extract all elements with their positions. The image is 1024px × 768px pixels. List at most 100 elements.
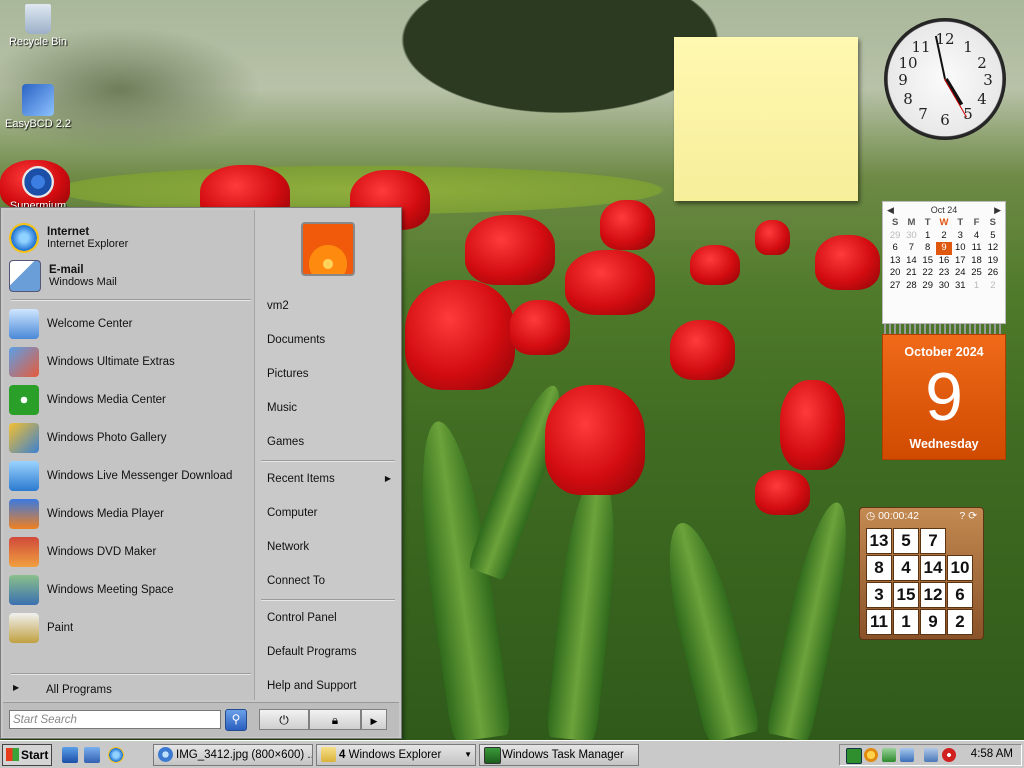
calendar-day-cell[interactable]: 14: [903, 255, 919, 268]
desktop-icon-recycle-bin[interactable]: Recycle Bin: [0, 4, 76, 48]
start-item-default-programs[interactable]: Default Programs: [267, 646, 395, 658]
prev-month-icon[interactable]: ◀: [887, 205, 894, 216]
shutdown-options-button[interactable]: ▶: [361, 709, 387, 730]
puzzle-tile[interactable]: 8: [866, 555, 892, 581]
start-item-help[interactable]: Help and Support: [267, 680, 395, 692]
start-button[interactable]: Start: [2, 744, 52, 766]
start-item-pictures[interactable]: Pictures: [267, 368, 395, 380]
puzzle-tile[interactable]: 10: [947, 555, 973, 581]
network-icon[interactable]: [924, 748, 938, 762]
taskbar-button-photo-viewer[interactable]: IMG_3412.jpg (800×600) ...: [153, 744, 313, 766]
calendar-day-cell[interactable]: 26: [985, 267, 1001, 280]
start-item-user[interactable]: vm2: [267, 300, 395, 312]
start-item-music[interactable]: Music: [267, 402, 395, 414]
calendar-day-cell[interactable]: 13: [887, 255, 903, 268]
puzzle-tile[interactable]: 5: [893, 528, 919, 554]
calendar-day-cell[interactable]: 27: [887, 280, 903, 293]
start-item-network[interactable]: Network: [267, 541, 395, 553]
calendar-day-cell[interactable]: 30: [936, 280, 952, 293]
start-item-connect-to[interactable]: Connect To: [267, 575, 395, 587]
puzzle-tile[interactable]: 3: [866, 582, 892, 608]
sticky-note-gadget[interactable]: [674, 37, 858, 201]
defender-icon[interactable]: [900, 748, 914, 762]
start-item-program[interactable]: Paint: [9, 610, 251, 646]
puzzle-tile[interactable]: 9: [920, 609, 946, 635]
start-item-program[interactable]: Windows Ultimate Extras: [9, 344, 251, 380]
calendar-day-cell[interactable]: 2: [985, 280, 1001, 293]
puzzle-tile[interactable]: 1: [893, 609, 919, 635]
start-item-documents[interactable]: Documents: [267, 334, 395, 346]
calendar-day-cell[interactable]: 16: [936, 255, 952, 268]
start-item-program[interactable]: Windows Meeting Space: [9, 572, 251, 608]
puzzle-tile[interactable]: 12: [920, 582, 946, 608]
internet-explorer-icon[interactable]: [108, 747, 124, 763]
calendar-day-cell[interactable]: 30: [903, 230, 919, 243]
taskbar-clock[interactable]: 4:58 AM: [971, 748, 1013, 760]
calendar-day-cell[interactable]: 5: [985, 230, 1001, 243]
security-alert-icon[interactable]: [864, 748, 878, 762]
start-item-program[interactable]: Windows DVD Maker: [9, 534, 251, 570]
calendar-day-cell[interactable]: 24: [952, 267, 968, 280]
calendar-day-cell[interactable]: 3: [952, 230, 968, 243]
calendar-gadget[interactable]: ◀ Oct 24 ▶ S M T W T F S 29 30 1 2 3 4 5 6 7 8 9 10 11 12 13 1…: [882, 201, 1006, 460]
start-item-recent-items[interactable]: Recent Items ▶: [267, 473, 395, 485]
task-manager-tray-icon[interactable]: [846, 748, 862, 764]
taskbar-button-task-manager[interactable]: Windows Task Manager: [479, 744, 639, 766]
calendar-day-cell[interactable]: 12: [985, 242, 1001, 255]
picture-puzzle-gadget[interactable]: ◷ 00:00:42 ? ⟳ 13 5 7 8 4 14 10 3 15 12 6 11 1 9 2: [859, 507, 984, 640]
puzzle-tile[interactable]: 15: [893, 582, 919, 608]
calendar-day-cell[interactable]: 20: [887, 267, 903, 280]
calendar-day-cell[interactable]: 6: [887, 242, 903, 255]
calendar-day-cell[interactable]: 28: [903, 280, 919, 293]
user-picture[interactable]: [301, 222, 355, 276]
calendar-day-cell[interactable]: 22: [920, 267, 936, 280]
start-item-program[interactable]: Windows Media Center: [9, 382, 251, 418]
puzzle-tile[interactable]: 7: [920, 528, 946, 554]
calendar-day-cell[interactable]: 2: [936, 230, 952, 243]
calendar-day-cell[interactable]: 15: [920, 255, 936, 268]
next-month-icon[interactable]: ▶: [994, 205, 1001, 216]
start-item-games[interactable]: Games: [267, 436, 395, 448]
start-search-input[interactable]: Start Search: [9, 710, 221, 729]
puzzle-tile[interactable]: 13: [866, 528, 892, 554]
start-item-computer[interactable]: Computer: [267, 507, 395, 519]
clock-gadget[interactable]: 12 1 2 3 4 5 6 7 8 9 10 11: [884, 18, 1006, 140]
calendar-day-cell[interactable]: 8: [920, 242, 936, 255]
calendar-day-cell[interactable]: 17: [952, 255, 968, 268]
puzzle-tile[interactable]: 11: [866, 609, 892, 635]
calendar-day-cell[interactable]: 9: [935, 242, 953, 255]
start-item-internet[interactable]: Internet Internet Explorer: [9, 220, 251, 256]
start-item-program[interactable]: Welcome Center: [9, 306, 251, 342]
puzzle-tile[interactable]: 14: [920, 555, 946, 581]
puzzle-tile[interactable]: [947, 528, 973, 554]
puzzle-tile[interactable]: 4: [893, 555, 919, 581]
start-item-email[interactable]: E-mail Windows Mail: [9, 258, 251, 294]
desktop-icon-supermium[interactable]: Supermium: [0, 166, 76, 208]
calendar-day-cell[interactable]: 25: [968, 267, 984, 280]
calendar-day-cell[interactable]: 1: [920, 230, 936, 243]
desktop-icon-easybcd[interactable]: EasyBCD 2.2: [0, 84, 76, 130]
volume-muted-icon[interactable]: [942, 748, 956, 762]
start-item-control-panel[interactable]: Control Panel: [267, 612, 395, 624]
calendar-day-cell[interactable]: 7: [903, 242, 919, 255]
calendar-day-cell[interactable]: 4: [968, 230, 984, 243]
calendar-day-cell[interactable]: 31: [952, 280, 968, 293]
shuffle-icon[interactable]: ⟳: [968, 510, 977, 522]
start-item-program[interactable]: Windows Media Player: [9, 496, 251, 532]
calendar-day-cell[interactable]: 10: [952, 242, 968, 255]
switch-windows-icon[interactable]: [84, 747, 100, 763]
calendar-day-cell[interactable]: 11: [968, 242, 984, 255]
calendar-day-cell[interactable]: 29: [887, 230, 903, 243]
search-icon[interactable]: ⚲: [225, 709, 247, 731]
taskbar-button-windows-explorer[interactable]: 4 Windows Explorer ▼: [316, 744, 476, 766]
calendar-day-cell[interactable]: 23: [936, 267, 952, 280]
help-icon[interactable]: ?: [959, 510, 965, 522]
calendar-day-cell[interactable]: 21: [903, 267, 919, 280]
windows-update-icon[interactable]: [882, 748, 896, 762]
all-programs-button[interactable]: ▶ All Programs: [9, 682, 249, 700]
calendar-day-cell[interactable]: 29: [920, 280, 936, 293]
power-button[interactable]: ⏻: [259, 709, 309, 730]
start-item-program[interactable]: Windows Photo Gallery: [9, 420, 251, 456]
show-desktop-icon[interactable]: [62, 747, 78, 763]
puzzle-tile[interactable]: 6: [947, 582, 973, 608]
